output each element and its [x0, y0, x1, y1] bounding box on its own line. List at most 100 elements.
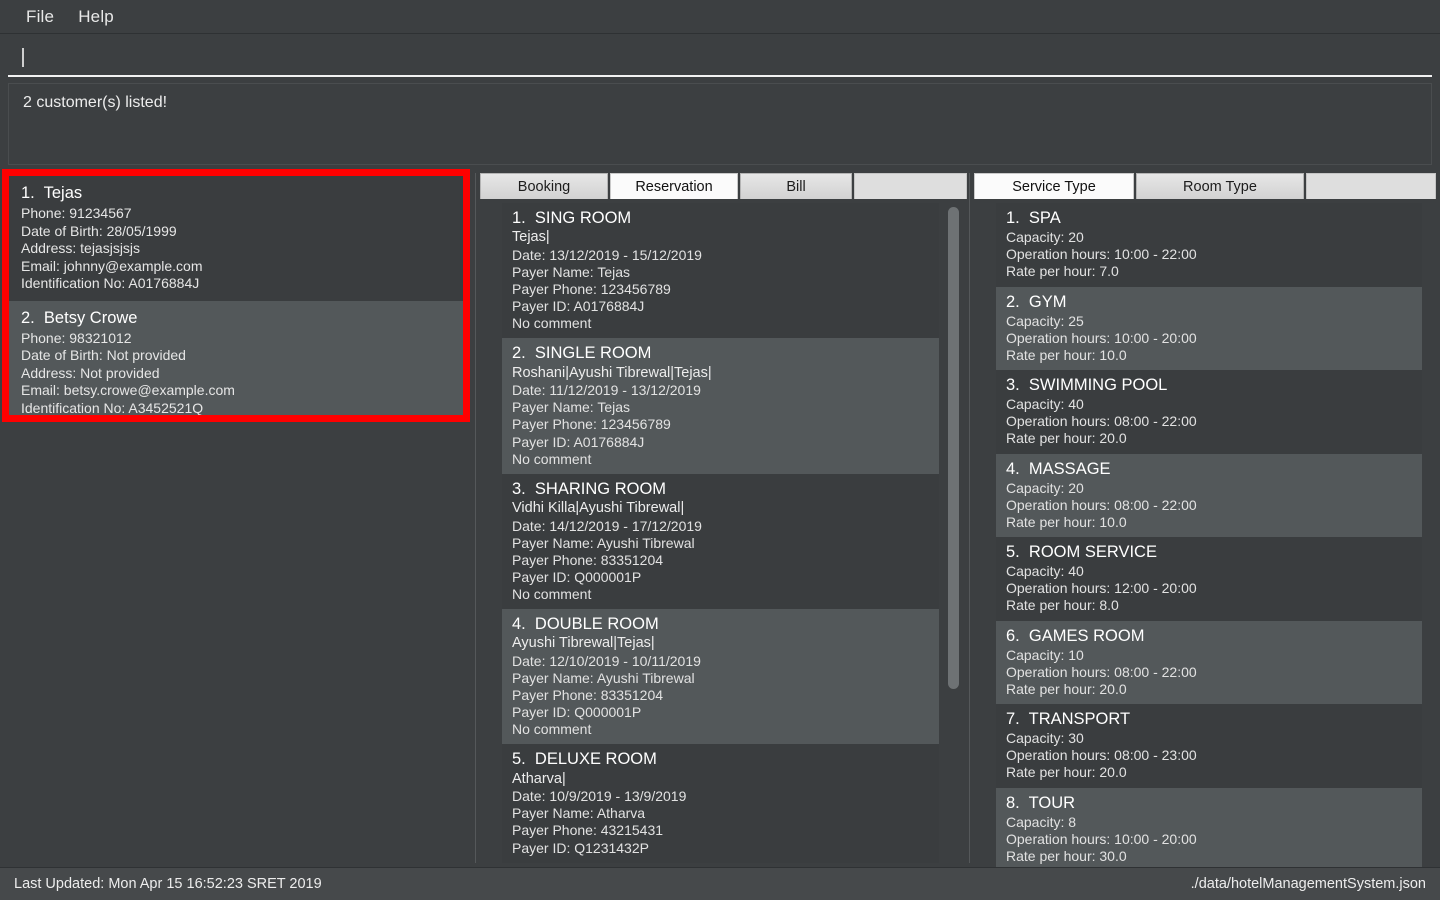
reservation-tabstrip: Booking Reservation Bill — [480, 171, 967, 199]
service-hours: Operation hours: 12:00 - 20:00 — [1006, 580, 1197, 597]
reservation-scrollbar[interactable] — [948, 207, 959, 859]
reservation-date: Date: 10/9/2019 - 13/9/2019 — [512, 788, 687, 805]
reservation-occupants: Roshani|Ayushi Tibrewal|Tejas| — [512, 364, 712, 381]
service-rate: Rate per hour: 10.0 — [1006, 513, 1127, 530]
reservation-payer-phone: Payer Phone: 83351204 — [512, 687, 664, 704]
service-list[interactable]: 1. SPA Capacity: 20 Operation hours: 10:00… — [996, 203, 1422, 867]
reservation-comment: No comment — [512, 315, 592, 332]
reservation-payer-id: Payer ID: Q000001P — [512, 568, 642, 585]
service-tabstrip-filler — [1306, 173, 1436, 199]
service-name: 8. TOUR — [1006, 793, 1076, 812]
service-list-item[interactable]: 7. TRANSPORT Capacity: 30 Operation hours:… — [996, 704, 1422, 788]
service-capacity: Capacity: 40 — [1006, 396, 1084, 413]
customer-email: Email: johnny@example.com — [21, 257, 203, 274]
reservation-list-item[interactable]: 2. SINGLE ROOM Roshani|Ayushi Tibrewal|Te… — [502, 338, 939, 474]
service-hours: Operation hours: 08:00 - 22:00 — [1006, 496, 1197, 513]
reservation-payer-name: Payer Name: Ayushi Tibrewal — [512, 534, 695, 551]
service-capacity: Capacity: 40 — [1006, 563, 1084, 580]
service-name: 7. TRANSPORT — [1006, 710, 1131, 728]
service-name: 4. MASSAGE — [1006, 459, 1111, 478]
service-rate: Rate per hour: 30.0 — [1006, 847, 1127, 864]
reservation-payer-name: Payer Name: Tejas — [512, 264, 631, 281]
service-list-item[interactable]: 6. GAMES ROOM Capacity: 10 Operation hours… — [996, 620, 1422, 704]
service-capacity: Capacity: 20 — [1006, 229, 1084, 246]
customer-panel: 1. Tejas Phone: 91234567 Date of Birth: 28… — [0, 169, 475, 867]
service-list-item[interactable]: 2. GYM Capacity: 25 Operation hours: 10:00… — [996, 286, 1422, 370]
menu-bar: File Help — [0, 0, 1440, 34]
reservation-payer-name: Payer Name: Tejas — [512, 399, 631, 416]
menu-item-file[interactable]: File — [14, 5, 66, 29]
customer-dob: Date of Birth: Not provided — [21, 347, 186, 364]
reservation-payer-name: Payer Name: Ayushi Tibrewal — [512, 670, 695, 687]
service-hours: Operation hours: 10:00 - 20:00 — [1006, 329, 1197, 346]
customer-phone: Phone: 91234567 — [21, 205, 132, 222]
service-capacity: Capacity: 8 — [1006, 813, 1077, 830]
reservation-payer-phone: Payer Phone: 123456789 — [512, 281, 671, 298]
customer-email: Email: betsy.crowe@example.com — [21, 382, 235, 399]
result-message-container: 2 customer(s) listed! — [0, 79, 1440, 169]
reservation-room-type: 5. DELUXE ROOM — [512, 750, 657, 769]
main-content: 1. Tejas Phone: 91234567 Date of Birth: 28… — [0, 169, 1440, 867]
reservation-date: Date: 14/12/2019 - 17/12/2019 — [512, 517, 702, 534]
customer-address: Address: tejasjsjsjs — [21, 240, 141, 257]
command-input[interactable] — [8, 40, 1432, 77]
reservation-list-item[interactable]: 3. SHARING ROOM Vidhi Killa|Ayushi Tibrew… — [502, 473, 939, 610]
service-tabstrip: Service Type Room Type — [974, 171, 1436, 199]
reservation-list-pane: 1. SING ROOM Tejas| Date: 13/12/2019 - 15/… — [480, 199, 967, 867]
status-file-path: ./data/hotelManagementSystem.json — [1190, 876, 1426, 892]
service-list-item[interactable]: 4. MASSAGE Capacity: 20 Operation hours: 0… — [996, 453, 1422, 537]
reservation-payer-phone: Payer Phone: 123456789 — [512, 416, 671, 433]
service-rate: Rate per hour: 20.0 — [1006, 680, 1127, 697]
reservation-panel: Booking Reservation Bill 1. SING ROOM Tej… — [476, 169, 969, 867]
menu-item-help[interactable]: Help — [66, 5, 126, 29]
reservation-occupants: Ayushi Tibrewal|Tejas| — [512, 635, 655, 652]
service-list-item[interactable]: 1. SPA Capacity: 20 Operation hours: 10:00… — [996, 203, 1422, 287]
reservation-payer-id: Payer ID: A0176884J — [512, 433, 645, 450]
service-list-item[interactable]: 3. SWIMMING POOL Capacity: 40 Operation ho… — [996, 370, 1422, 454]
result-message-box: 2 customer(s) listed! — [8, 83, 1432, 165]
customer-list-item[interactable]: 2. Betsy Crowe Phone: 98321012 Date of Bir… — [9, 300, 463, 415]
reservation-date: Date: 13/12/2019 - 15/12/2019 — [512, 246, 702, 263]
reservation-list-item[interactable]: 4. DOUBLE ROOM Ayushi Tibrewal|Tejas| Date… — [502, 609, 939, 745]
customer-list-selected-border: 1. Tejas Phone: 91234567 Date of Birth: 28… — [2, 169, 470, 422]
reservation-date: Date: 12/10/2019 - 10/11/2019 — [512, 652, 701, 669]
service-rate: Rate per hour: 20.0 — [1006, 430, 1127, 447]
service-list-item[interactable]: 8. TOUR Capacity: 8 Operation hours: 10:00… — [996, 787, 1422, 867]
text-caret — [22, 48, 24, 67]
reservation-occupants: Atharva| — [512, 770, 566, 787]
service-rate: Rate per hour: 10.0 — [1006, 346, 1127, 363]
customer-list-item[interactable]: 1. Tejas Phone: 91234567 Date of Birth: 28… — [9, 176, 463, 301]
customer-list[interactable]: 1. Tejas Phone: 91234567 Date of Birth: 28… — [9, 176, 463, 415]
tab-room-type[interactable]: Room Type — [1136, 173, 1304, 199]
service-name: 5. ROOM SERVICE — [1006, 543, 1157, 561]
reservation-occupants: Vidhi Killa|Ayushi Tibrewal| — [512, 499, 685, 516]
service-rate: Rate per hour: 20.0 — [1006, 764, 1127, 781]
customer-name: 1. Tejas — [21, 184, 83, 202]
customer-phone: Phone: 98321012 — [21, 329, 132, 346]
reservation-room-type: 3. SHARING ROOM — [512, 479, 667, 498]
service-hours: Operation hours: 10:00 - 20:00 — [1006, 830, 1197, 847]
reservation-list-item[interactable]: 5. DELUXE ROOM Atharva| Date: 10/9/2019 - … — [502, 744, 939, 863]
reservation-date: Date: 11/12/2019 - 13/12/2019 — [512, 382, 701, 399]
service-name: 2. GYM — [1006, 292, 1067, 311]
reservation-comment: No comment — [512, 585, 592, 602]
tab-reservation[interactable]: Reservation — [610, 173, 738, 199]
service-name: 3. SWIMMING POOL — [1006, 376, 1168, 394]
service-hours: Operation hours: 08:00 - 22:00 — [1006, 413, 1197, 430]
reservation-list[interactable]: 1. SING ROOM Tejas| Date: 13/12/2019 - 15/… — [502, 203, 939, 863]
customer-address: Address: Not provided — [21, 364, 160, 381]
reservation-scrollbar-thumb[interactable] — [948, 207, 959, 690]
reservation-list-item[interactable]: 1. SING ROOM Tejas| Date: 13/12/2019 - 15/… — [502, 203, 939, 339]
customer-name: 2. Betsy Crowe — [21, 308, 138, 327]
tab-bill[interactable]: Bill — [740, 173, 852, 199]
service-panel: Service Type Room Type 1. SPA Capacity: 2… — [970, 169, 1440, 867]
customer-id: Identification No: A0176884J — [21, 275, 200, 292]
reservation-payer-id: Payer ID: A0176884J — [512, 298, 645, 315]
reservation-payer-phone: Payer Phone: 43215431 — [512, 822, 664, 839]
tab-service-type[interactable]: Service Type — [974, 173, 1134, 199]
service-list-pane: 1. SPA Capacity: 20 Operation hours: 10:00… — [974, 199, 1436, 867]
reservation-comment: No comment — [512, 721, 592, 738]
reservation-payer-id: Payer ID: Q1231432P — [512, 839, 649, 856]
tab-booking[interactable]: Booking — [480, 173, 608, 199]
service-list-item[interactable]: 5. ROOM SERVICE Capacity: 40 Operation hou… — [996, 537, 1422, 621]
